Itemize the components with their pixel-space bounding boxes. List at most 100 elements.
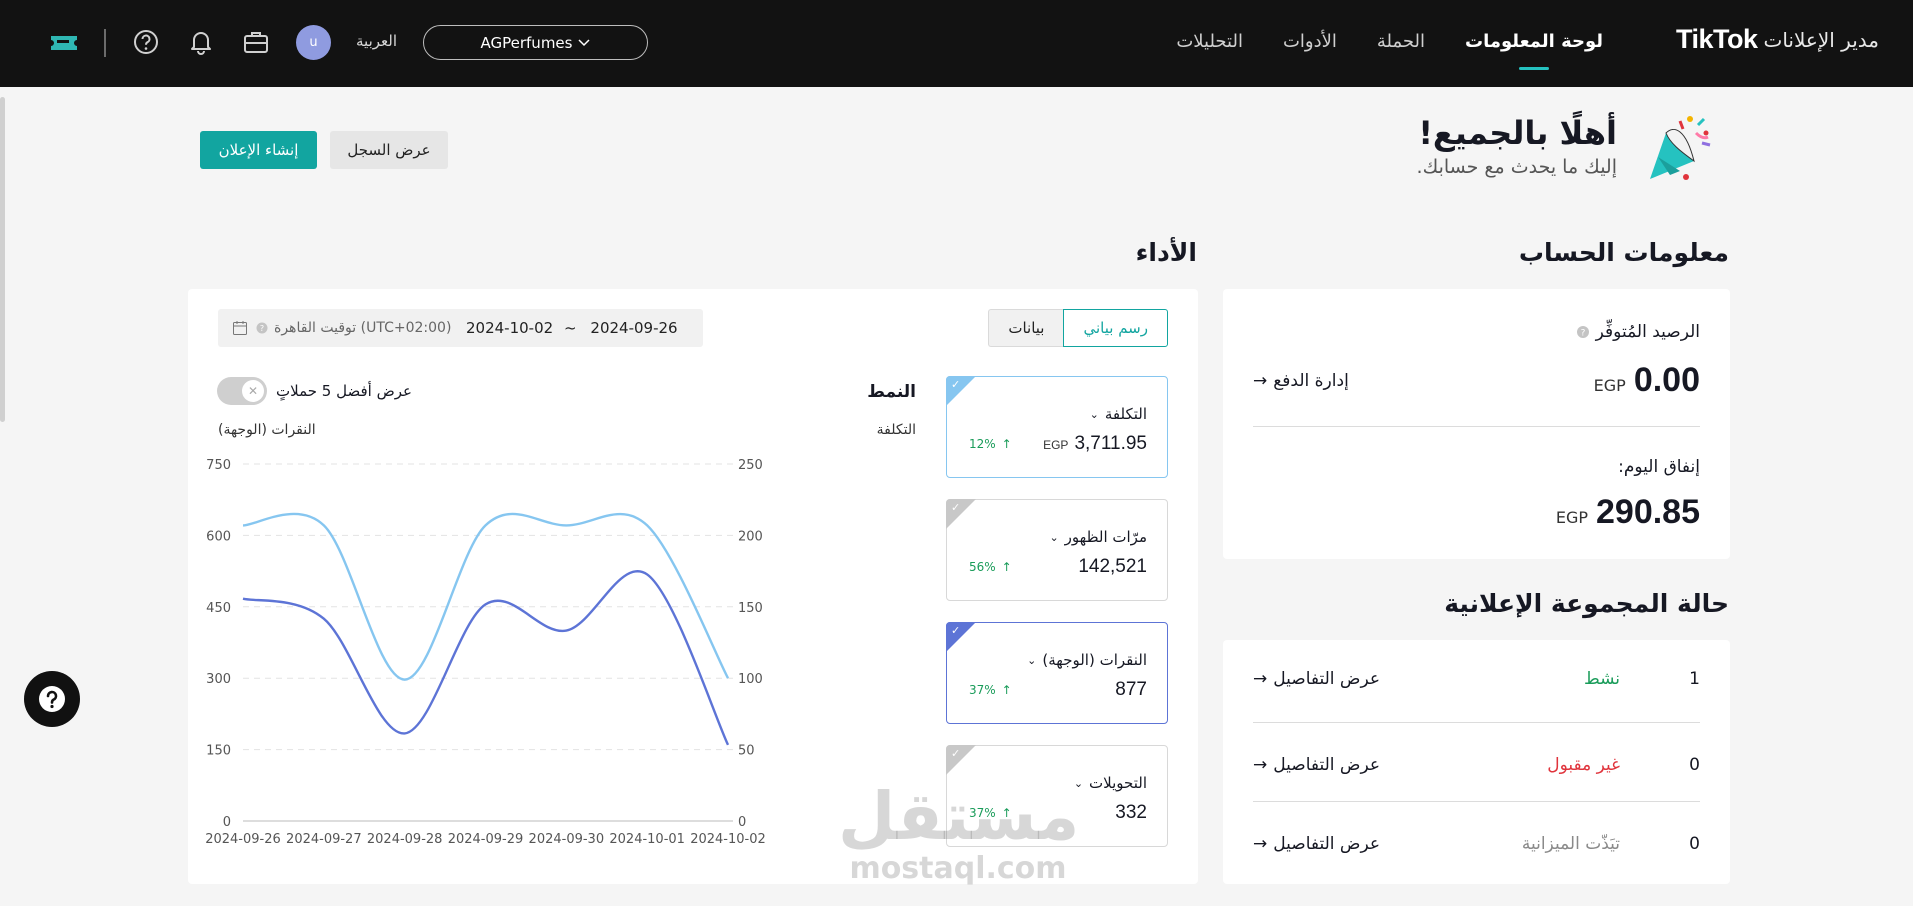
metric-card-cost[interactable]: ✓ التكلفة ⌄ EGP 3,711.95 12% ↑	[946, 376, 1168, 478]
metric-value: 877	[1115, 679, 1147, 701]
left-tick-label: 450	[206, 601, 231, 616]
account-selector[interactable]: AGPerfumes	[423, 25, 648, 60]
toolbar-divider	[104, 29, 106, 57]
manage-payment-link[interactable]: → إدارة الدفع	[1253, 371, 1349, 391]
chevron-down-icon: ⌄	[1027, 653, 1037, 667]
right-tick-label: 50	[738, 744, 755, 759]
tab-data[interactable]: بيانات	[988, 309, 1064, 347]
brand-product-name: مدير الإعلانات	[1763, 27, 1880, 52]
language-switcher[interactable]: العربية	[356, 32, 397, 50]
status-count: 0	[1689, 755, 1700, 775]
status-count: 0	[1689, 834, 1700, 854]
metric-value: 332	[1115, 802, 1147, 824]
help-circle-icon[interactable]	[132, 28, 160, 56]
arrow-up-icon: ↑	[1001, 806, 1012, 820]
nav-dashboard[interactable]: لوحة المعلومات	[1445, 0, 1623, 87]
series-line-clicks	[242, 570, 730, 746]
x-tick-label: 2024-10-02	[690, 832, 766, 847]
metric-name[interactable]: النقرات (الوجهة) ⌄	[1027, 651, 1147, 669]
view-details-link[interactable]: → عرض التفاصيل	[1253, 834, 1380, 854]
x-tick-label: 2024-09-26	[205, 832, 281, 847]
arrow-right-icon: →	[1253, 834, 1268, 854]
welcome-block: أهلًا بالجميع! إليك ما يحدث مع حسابك.	[1417, 114, 1617, 178]
welcome-title: أهلًا بالجميع!	[1418, 114, 1617, 152]
view-details-link[interactable]: → عرض التفاصيل	[1253, 669, 1380, 689]
check-icon: ✓	[951, 624, 961, 637]
divider	[1253, 426, 1700, 427]
chevron-down-icon	[578, 38, 591, 46]
metric-change: 12% ↑	[969, 437, 1012, 451]
metric-value: 142,521	[1078, 556, 1147, 578]
x-tick-label: 2024-10-01	[609, 832, 685, 847]
metric-name[interactable]: التكلفة ⌄	[1090, 405, 1147, 423]
nav-analytics[interactable]: التحليلات	[1156, 0, 1263, 87]
account-info-card: الرصيد المُتوفِّر ? EGP 0.00 → إدارة الد…	[1223, 289, 1730, 559]
metric-name-text: التحويلات	[1089, 774, 1147, 792]
create-ad-button[interactable]: إنشاء الإعلان	[200, 131, 317, 169]
info-icon[interactable]: ?	[1576, 325, 1590, 339]
metric-value-text: 332	[1115, 802, 1147, 823]
performance-chart: 0 150 300 450 600 750 0 50 100 150 200 250 2024-09-2…	[205, 458, 766, 847]
ticket-icon[interactable]	[48, 28, 80, 56]
today-spend-value: 290.85	[1596, 493, 1700, 531]
nav-tools[interactable]: الأدوات	[1263, 0, 1357, 87]
metric-value: EGP 3,711.95	[1043, 433, 1147, 455]
view-history-button[interactable]: عرض السجل	[330, 131, 448, 169]
metric-name[interactable]: مرّات الظهور ⌄	[1049, 528, 1147, 546]
metric-change-text: 37%	[969, 683, 996, 697]
metric-change: 56% ↑	[969, 560, 1012, 574]
metric-name-text: التكلفة	[1104, 405, 1147, 423]
top-navigation-bar: مدير الإعلانات TikTok لوحة المعلومات الح…	[0, 0, 1913, 87]
balance-amount: EGP 0.00	[1594, 361, 1700, 400]
tab-chart[interactable]: رسم بياني	[1063, 309, 1168, 347]
account-info-title: معلومات الحساب	[1518, 238, 1729, 267]
arrow-up-icon: ↑	[1001, 683, 1012, 697]
status-count: 1	[1689, 669, 1700, 689]
divider	[1253, 801, 1700, 802]
nav-campaign[interactable]: الحملة	[1357, 0, 1445, 87]
tiktok-logo: TikTok	[1675, 24, 1758, 54]
metric-name[interactable]: التحويلات ⌄	[1074, 774, 1147, 792]
brand[interactable]: مدير الإعلانات TikTok	[1676, 24, 1879, 55]
view-details-link[interactable]: → عرض التفاصيل	[1253, 755, 1380, 775]
metric-card-impressions[interactable]: ✓ مرّات الظهور ⌄ 142,521 56% ↑	[946, 499, 1168, 601]
today-spend-label: إنفاق اليوم:	[1618, 457, 1700, 477]
page-scrollbar[interactable]	[0, 97, 5, 422]
series-line-cost	[242, 512, 730, 681]
arrow-right-icon: →	[1253, 755, 1268, 775]
metric-value-text: 3,711.95	[1074, 433, 1147, 454]
check-icon: ✓	[951, 501, 961, 514]
x-tick-label: 2024-09-27	[286, 832, 362, 847]
arrow-up-icon: ↑	[1001, 560, 1012, 574]
main-nav: لوحة المعلومات الحملة الأدوات التحليلات	[1156, 0, 1623, 87]
metric-card-conversions[interactable]: ✓ التحويلات ⌄ 332 37% ↑	[946, 745, 1168, 847]
avatar[interactable]: u	[296, 25, 331, 60]
right-tick-label: 250	[738, 458, 763, 473]
today-spend-currency: EGP	[1555, 508, 1588, 527]
status-row-active: 1 نشط → عرض التفاصيل	[1253, 640, 1700, 718]
metric-card-clicks[interactable]: ✓ النقرات (الوجهة) ⌄ 877 37% ↑	[946, 622, 1168, 724]
x-tick-label: 2024-09-30	[529, 832, 605, 847]
briefcase-icon[interactable]	[242, 28, 270, 56]
adgroup-status-card: 1 نشط → عرض التفاصيل 0 غير مقبول → عرض ا…	[1223, 640, 1730, 884]
right-tick-label: 200	[738, 529, 763, 544]
balance-value: 0.00	[1633, 361, 1700, 399]
metric-name-text: مرّات الظهور	[1064, 528, 1147, 546]
metric-value-text: 142,521	[1078, 556, 1147, 577]
left-tick-label: 0	[223, 815, 231, 830]
adgroup-status-title: حالة المجموعة الإعلانية	[1444, 589, 1729, 618]
right-tick-label: 0	[738, 815, 746, 830]
metric-value-text: 877	[1115, 679, 1147, 700]
right-tick-label: 150	[738, 601, 763, 616]
view-details-label: عرض التفاصيل	[1273, 834, 1380, 854]
bell-icon[interactable]	[187, 28, 215, 56]
status-name-active: نشط	[1583, 669, 1620, 689]
view-details-label: عرض التفاصيل	[1273, 669, 1380, 689]
help-button[interactable]	[24, 671, 80, 727]
balance-label-text: الرصيد المُتوفِّر	[1595, 322, 1700, 342]
arrow-right-icon: →	[1253, 669, 1268, 689]
status-name-budget-exhausted: تيَذّت الميزانية	[1521, 834, 1620, 854]
metric-change-text: 12%	[969, 437, 996, 451]
arrow-right-icon: →	[1253, 371, 1268, 391]
left-tick-label: 150	[206, 744, 231, 759]
